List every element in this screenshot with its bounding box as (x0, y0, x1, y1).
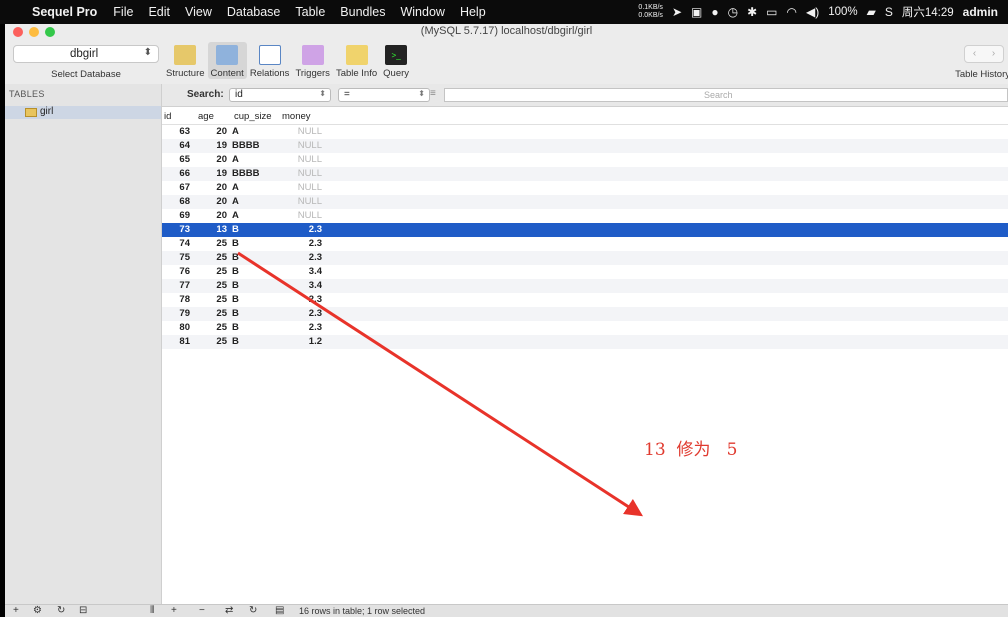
refresh-icon[interactable]: ↻ (57, 605, 65, 616)
app-menu[interactable]: Sequel Pro (32, 5, 97, 19)
terminal-icon: >_ (385, 45, 408, 65)
battery-percent[interactable]: 100% (828, 6, 857, 18)
relations-label: Relations (249, 68, 290, 79)
menu-edit[interactable]: Edit (148, 5, 170, 19)
add-table-button[interactable]: + (13, 605, 19, 616)
filter-field-select[interactable]: id ⬍ (229, 88, 331, 102)
structure-label: Structure (166, 68, 205, 79)
table-info-button[interactable]: Table Info (333, 42, 380, 79)
wifi-icon[interactable]: ◠ (786, 5, 796, 19)
table-info-label: Table Info (335, 68, 378, 79)
triggers-icon (301, 45, 324, 65)
select-database-label: Select Database (51, 69, 121, 80)
search-input[interactable]: Search (444, 88, 1008, 102)
battery-icon[interactable]: ▰ (867, 5, 876, 19)
search-placeholder: Search (704, 90, 733, 100)
filter-field-value: id (235, 89, 243, 100)
network-speed: 0.1KB/s 0.0KB/s (638, 4, 663, 20)
sidebar-toggle-icon[interactable]: ⊟ (79, 605, 87, 616)
tables-header: TABLES (9, 89, 45, 99)
add-row-button[interactable]: + (171, 605, 177, 616)
forward-chevron-icon[interactable]: › (984, 46, 1003, 62)
volume-icon[interactable]: ◀) (806, 5, 819, 19)
menu-help[interactable]: Help (460, 5, 486, 19)
menu-bundles[interactable]: Bundles (340, 5, 385, 19)
duplicate-row-button[interactable]: ⇄ (225, 605, 233, 616)
refresh-table-icon[interactable]: ↻ (249, 605, 257, 616)
send-icon[interactable]: ➤ (672, 5, 682, 19)
database-select[interactable]: dbgirl ⬍ (13, 45, 159, 63)
clock[interactable]: 周六14:29 (902, 4, 954, 20)
display-icon[interactable]: ▭ (766, 5, 777, 19)
monitor-icon[interactable]: ▣ (691, 5, 702, 19)
updown-arrows-icon: ⬍ (143, 47, 152, 58)
net-up-text: 0.1KB/s (638, 4, 663, 11)
triggers-label: Triggers (295, 68, 330, 79)
search-label: Search: (187, 89, 224, 100)
bottom-bar: + ⚙ ↻ ⊟ ⦀ + − ⇄ ↻ ▤ 16 rows in table; 1 … (5, 604, 1008, 617)
back-chevron-icon[interactable]: ‹ (965, 46, 984, 62)
menu-table[interactable]: Table (295, 5, 325, 19)
time-machine-icon[interactable]: ◷ (728, 5, 738, 19)
view-tools: Structure Content Relations Triggers Tab… (163, 42, 412, 79)
content-icon (216, 45, 239, 65)
table-icon (25, 108, 37, 117)
pagination-icon[interactable]: ▤ (275, 605, 284, 616)
table-info-icon (345, 45, 368, 65)
triggers-button[interactable]: Triggers (292, 42, 333, 79)
updown-arrows-icon: ⬍ (319, 89, 326, 98)
row-count-status: 16 rows in table; 1 row selected (299, 606, 426, 616)
structure-button[interactable]: Structure (163, 42, 208, 79)
annotation-arrow (237, 251, 644, 517)
filter-bar: Search: id ⬍ = ⬍ ≡ Search (162, 84, 1008, 107)
menu-window[interactable]: Window (400, 5, 444, 19)
relations-button[interactable]: Relations (247, 42, 293, 79)
content-label: Content (210, 68, 244, 79)
table-history-label: Table History (955, 69, 1008, 80)
status-area: 0.1KB/s 0.0KB/s ➤ ▣ ● ◷ ✱ ▭ ◠ ◀) 100% ▰ … (638, 0, 998, 24)
title-bar: (MySQL 5.7.17) localhost/dbgirl/girl (5, 24, 1008, 40)
toolbar: dbgirl ⬍ Select Database Structure Conte… (5, 40, 1008, 84)
menu-file[interactable]: File (113, 5, 133, 19)
filter-operator-value: = (344, 89, 350, 100)
content-button[interactable]: Content (207, 42, 247, 79)
menu-view[interactable]: View (185, 5, 212, 19)
window-title: (MySQL 5.7.17) localhost/dbgirl/girl (420, 25, 593, 37)
sidebar-item-label: girl (40, 106, 54, 117)
remove-row-button[interactable]: − (199, 605, 205, 616)
updown-arrows-icon: ⬍ (418, 89, 425, 98)
net-down-text: 0.0KB/s (638, 12, 663, 19)
structure-icon (174, 45, 197, 65)
query-label: Query (383, 68, 410, 79)
cloud-icon[interactable]: ● (711, 5, 718, 19)
history-nav: ‹ › (964, 45, 1004, 63)
menu-bar: Sequel Pro File Edit View Database Table… (0, 0, 1008, 24)
annotation-text: 13 修为 5 (644, 440, 738, 460)
resize-handle-icon[interactable]: ⦀ (150, 605, 154, 616)
user-name[interactable]: admin (963, 5, 998, 19)
sidebar-item-girl[interactable]: girl (5, 106, 161, 119)
relations-icon (258, 45, 281, 65)
sidebar: TABLES girl (5, 84, 162, 604)
bluetooth-icon[interactable]: ✱ (747, 5, 757, 19)
menu-database[interactable]: Database (227, 5, 281, 19)
gear-icon[interactable]: ⚙ (33, 605, 42, 616)
database-select-value: dbgirl (70, 48, 99, 60)
input-source-icon[interactable]: S (885, 5, 893, 19)
app-window: (MySQL 5.7.17) localhost/dbgirl/girl dbg… (5, 24, 1008, 617)
filter-operator-select[interactable]: = ⬍ (338, 88, 430, 102)
separator-icon: ≡ (430, 88, 436, 99)
query-button[interactable]: >_ Query (380, 42, 412, 79)
content-grid: id age cup_size money 63 20 A NULL 64 19 BBBB N… (162, 107, 1008, 604)
